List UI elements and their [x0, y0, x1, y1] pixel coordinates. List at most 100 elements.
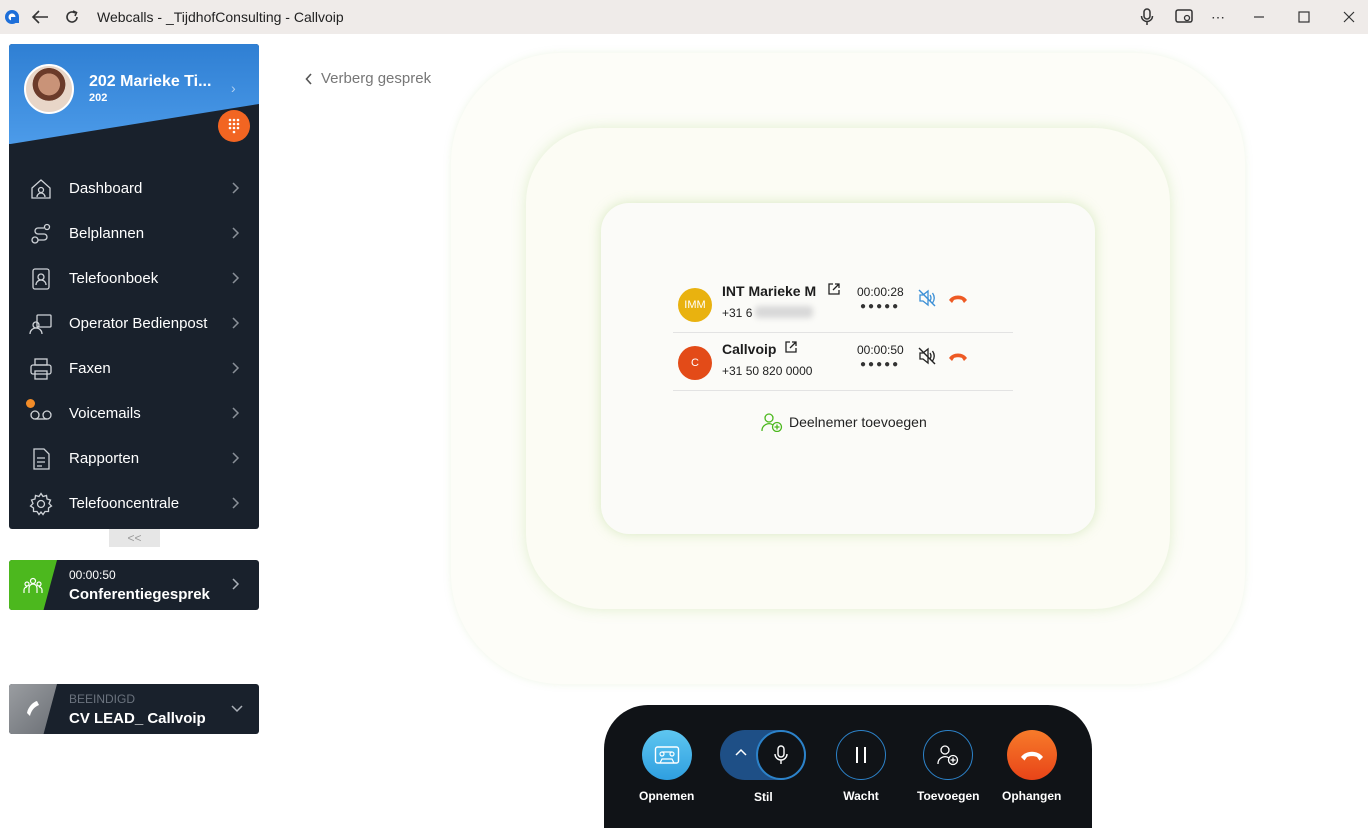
speaker-muted-icon[interactable]	[917, 346, 937, 366]
hide-call-label: Verberg gesprek	[321, 70, 432, 87]
cassette-icon	[654, 746, 679, 764]
call-title: Conferentiegesprek	[69, 586, 210, 603]
pause-icon	[856, 747, 866, 763]
gear-icon	[29, 492, 53, 516]
chevron-right-icon	[232, 407, 240, 419]
speaker-muted-icon[interactable]	[917, 288, 937, 308]
sidebar-item-label: Telefoonboek	[69, 270, 159, 287]
chevron-right-icon	[232, 272, 240, 284]
chevron-right-icon: ›	[231, 80, 236, 96]
chevron-right-icon	[232, 227, 240, 239]
ended-call-card[interactable]: BEEINDIGD CV LEAD_ Callvoip	[9, 684, 259, 734]
call-controls-bar: Opnemen Stil Wacht Toevoegen Ophangen	[604, 705, 1092, 828]
active-call-card[interactable]: 00:00:50 Conferentiegesprek	[9, 560, 259, 610]
record-button[interactable]	[641, 730, 692, 780]
more-options-icon[interactable]: ⋯	[1209, 8, 1227, 26]
participant-avatar: IMM	[678, 288, 712, 322]
hang-up-icon	[1020, 751, 1043, 761]
profile-name: 202 Marieke Ti...	[89, 73, 212, 90]
sidebar-item-operator-bedienpost[interactable]: Operator Bedienpost	[9, 301, 259, 346]
add-participant-button[interactable]: Deelnemer toevoegen	[761, 412, 927, 432]
participant-number: +31 50 820 0000	[722, 364, 813, 378]
microphone-icon	[774, 745, 788, 764]
chevron-right-icon	[232, 497, 240, 509]
mute-control	[720, 730, 806, 780]
mute-label: Stil	[754, 790, 773, 804]
participant-number: +31 6	[722, 306, 753, 320]
add-person-icon	[761, 413, 783, 432]
chevron-left-icon	[305, 72, 312, 85]
reload-icon[interactable]	[63, 8, 81, 26]
profile-extension: 202	[89, 92, 108, 104]
record-control: Opnemen	[639, 730, 694, 803]
add-call-button[interactable]	[923, 730, 974, 780]
dialpad-icon	[228, 118, 240, 134]
browser-title-bar: Webcalls - _TijdhofConsulting - Callvoip…	[0, 0, 1368, 34]
chevron-right-icon	[232, 578, 240, 590]
contact-book-icon	[32, 268, 50, 290]
sidebar-item-faxen[interactable]: Faxen	[9, 346, 259, 391]
conference-icon	[23, 577, 43, 593]
sidebar-nav: Dashboard Belplannen Telefoonboek Operat…	[9, 166, 259, 526]
window-title: Webcalls - _TijdhofConsulting - Callvoip	[97, 9, 344, 25]
sidebar-item-label: Voicemails	[69, 405, 141, 422]
maximize-icon[interactable]	[1295, 8, 1313, 26]
chevron-right-icon	[232, 452, 240, 464]
cast-icon[interactable]	[1175, 8, 1193, 26]
microphone-icon[interactable]	[1138, 8, 1156, 26]
sidebar-item-rapporten[interactable]: Rapporten	[9, 436, 259, 481]
sidebar-item-dashboard[interactable]: Dashboard	[9, 166, 259, 211]
participant-duration: 00:00:50	[857, 343, 904, 357]
call-status: BEEINDIGD	[69, 692, 136, 706]
sidebar-item-label: Telefooncentrale	[69, 495, 180, 512]
participant-name: Callvoip	[722, 341, 777, 357]
chevron-down-icon	[231, 705, 243, 713]
chevron-right-icon	[232, 317, 240, 329]
sidebar-item-belplannen[interactable]: Belplannen	[9, 211, 259, 256]
hide-call-link[interactable]: Verberg gesprek	[305, 70, 431, 87]
chevron-right-icon	[232, 362, 240, 374]
hangup-label: Ophangen	[1002, 789, 1062, 803]
close-icon[interactable]	[1340, 8, 1358, 26]
operator-icon	[29, 314, 52, 335]
printer-icon	[30, 358, 52, 380]
hold-button[interactable]	[836, 730, 886, 780]
sidebar-item-telefoonboek[interactable]: Telefoonboek	[9, 256, 259, 301]
external-link-icon[interactable]	[784, 340, 798, 354]
sidebar-item-voicemails[interactable]: Voicemails	[9, 391, 259, 436]
hangup-control: Ophangen	[1002, 730, 1061, 803]
sidebar-item-label: Rapporten	[69, 450, 140, 467]
participant-row: IMM INT Marieke M +31 6 00:00:28 ●●●●●	[673, 275, 1013, 333]
hang-up-icon[interactable]	[947, 349, 969, 363]
avatar	[24, 64, 74, 114]
route-icon	[31, 223, 51, 244]
sidebar-item-telefooncentrale[interactable]: Telefooncentrale	[9, 481, 259, 526]
participant-avatar: C	[678, 346, 712, 380]
hold-label: Wacht	[843, 789, 879, 803]
phone-icon	[27, 701, 39, 716]
chevron-right-icon	[232, 182, 240, 194]
minimize-icon[interactable]	[1250, 8, 1268, 26]
hangup-button[interactable]	[1006, 730, 1057, 780]
add-control: Toevoegen	[917, 730, 979, 803]
participant-row: C Callvoip +31 50 820 0000 00:00:50 ●●●●…	[673, 333, 1013, 391]
home-icon	[31, 179, 51, 199]
participant-duration: 00:00:28	[857, 285, 904, 299]
chevron-up-icon[interactable]	[734, 747, 748, 757]
sidebar-item-label: Operator Bedienpost	[69, 315, 208, 332]
hang-up-icon[interactable]	[947, 291, 969, 305]
dialpad-button[interactable]	[218, 110, 250, 142]
add-label: Toevoegen	[917, 789, 980, 803]
hold-control: Wacht	[836, 730, 886, 803]
collapse-sidebar-button[interactable]: <<	[109, 529, 160, 547]
back-arrow-icon[interactable]	[31, 8, 49, 26]
sidebar-item-label: Belplannen	[69, 225, 145, 242]
signal-dots: ●●●●●	[860, 359, 901, 370]
external-link-icon[interactable]	[827, 282, 841, 296]
participant-name: INT Marieke M	[722, 283, 817, 299]
signal-dots: ●●●●●	[860, 301, 901, 312]
mute-button[interactable]	[756, 730, 806, 780]
report-icon	[33, 448, 50, 470]
redacted-number	[755, 306, 813, 318]
record-label: Opnemen	[639, 789, 695, 803]
